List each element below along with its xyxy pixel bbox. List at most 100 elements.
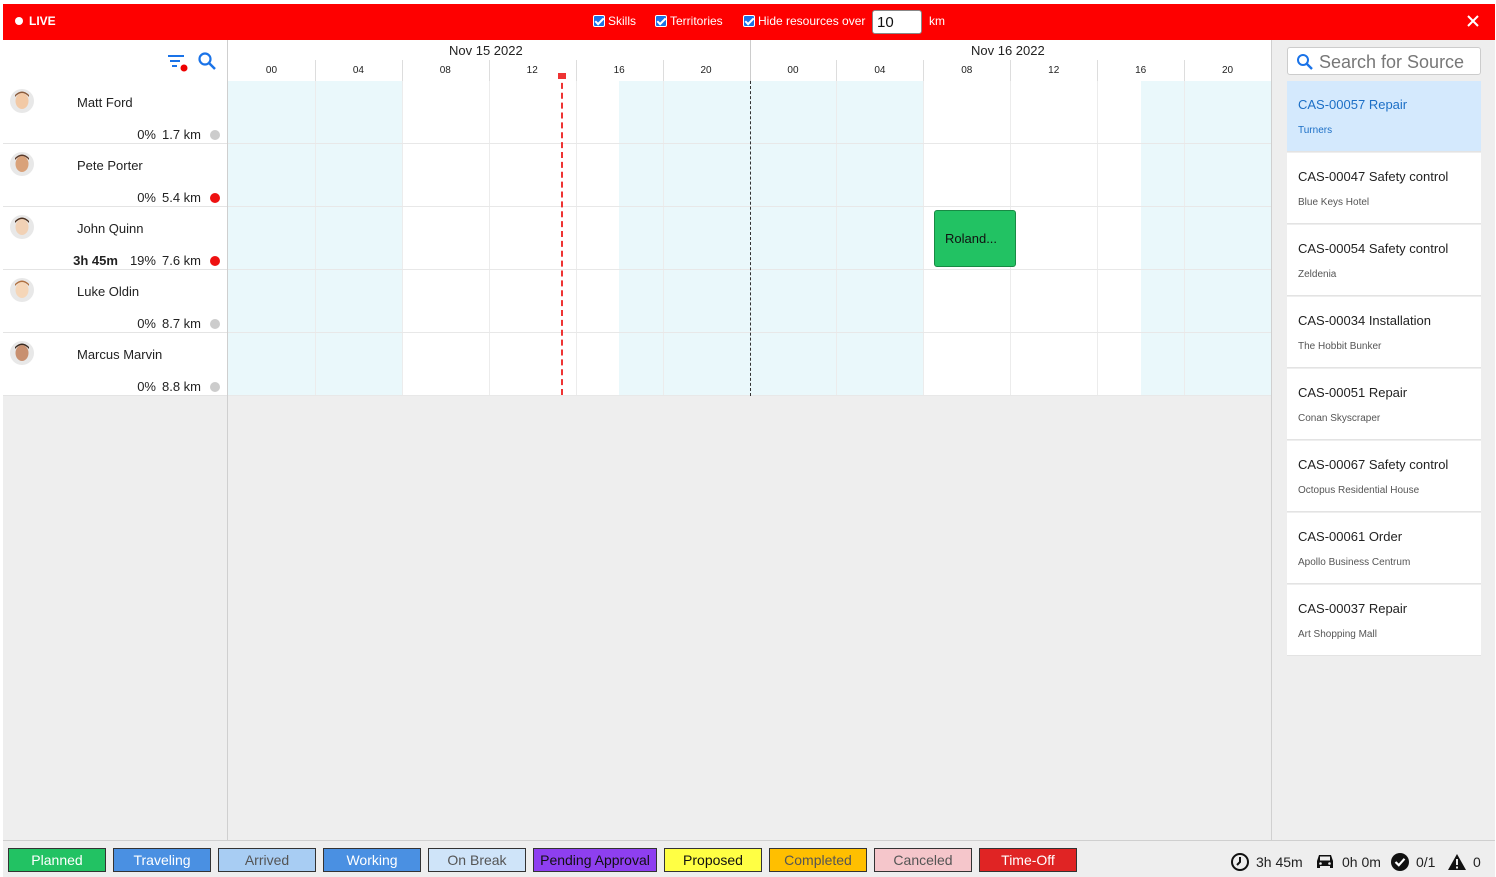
status-legend-bar: Planned Traveling Arrived Working On Break Pe…	[3, 840, 1495, 877]
day-label: Nov 15 2022	[449, 43, 523, 58]
resource-utilization: 19%	[129, 253, 156, 268]
legend-item[interactable]: Proposed	[664, 848, 762, 872]
current-time-line	[561, 73, 563, 395]
legend-item[interactable]: Time-Off	[979, 848, 1077, 872]
live-dot-icon	[15, 17, 23, 25]
live-label: LIVE	[29, 14, 56, 28]
gantt-timeline: Nov 15 2022 Nov 16 2022 00 04 08 12 16 20 00 04…	[228, 40, 1271, 840]
hide-resources-label: Hide resources over	[758, 14, 866, 28]
case-card[interactable]: CAS-00054 Safety control Zeldenia	[1287, 225, 1481, 296]
current-time-marker	[558, 73, 566, 79]
skills-checkbox[interactable]: Skills	[593, 14, 636, 28]
day-separator	[749, 40, 751, 81]
legend-item[interactable]: Working	[323, 848, 421, 872]
hour-tick	[923, 60, 925, 81]
hide-resources-checkbox[interactable]: Hide resources over	[743, 14, 865, 28]
avatar	[10, 152, 34, 176]
resource-time: 3h 45m	[73, 253, 118, 268]
hour-tick	[836, 60, 838, 81]
travel-time-stat: 0h 0m	[1314, 852, 1381, 872]
resource-row[interactable]: Marcus Marvin 0% 8.8 km	[3, 333, 227, 396]
case-card[interactable]: CAS-00067 Safety control Octopus Residen…	[1287, 441, 1481, 512]
status-dot-icon	[210, 256, 220, 266]
case-location: Art Shopping Mall	[1298, 629, 1377, 640]
hour-tick	[662, 60, 664, 81]
resource-name: John Quinn	[77, 221, 144, 236]
legend-item[interactable]: Pending Approval	[533, 848, 657, 872]
hour-label: 08	[961, 65, 973, 76]
case-title: CAS-00057 Repair	[1298, 97, 1408, 112]
case-card[interactable]: CAS-00047 Safety control Blue Keys Hotel	[1287, 153, 1481, 224]
hour-gridline	[923, 81, 925, 396]
resource-stats: 0% 1.7 km	[125, 127, 201, 142]
case-location: The Hobbit Bunker	[1298, 341, 1382, 352]
case-card[interactable]: CAS-00037 Repair Art Shopping Mall	[1287, 585, 1481, 656]
territories-checkbox[interactable]: Territories	[655, 14, 723, 28]
timeline-grid[interactable]	[228, 81, 1271, 396]
case-location: Apollo Business Centrum	[1298, 557, 1411, 568]
hour-gridline	[836, 81, 838, 396]
avatar	[10, 278, 34, 302]
midnight-line	[749, 81, 751, 396]
resource-distance: 1.7 km	[161, 127, 201, 142]
resource-distance: 8.8 km	[161, 379, 201, 394]
car-icon	[1317, 855, 1333, 868]
case-title: CAS-00037 Repair	[1298, 601, 1408, 616]
resource-row[interactable]: Matt Ford 0% 1.7 km	[3, 81, 227, 144]
legend-item[interactable]: Planned	[8, 848, 106, 872]
warnings-value: 0	[1473, 854, 1481, 870]
search-icon[interactable]	[197, 51, 217, 71]
case-title: CAS-00047 Safety control	[1298, 169, 1449, 184]
legend-item[interactable]: On Break	[428, 848, 526, 872]
resource-panel: Matt Ford 0% 1.7 km Pete Porter 0% 5.4 km …	[3, 40, 228, 840]
scheduler-app: LIVE Skills Territories Hide resources o…	[0, 0, 1496, 877]
hour-gridline	[662, 81, 664, 396]
resource-panel-header	[3, 40, 227, 81]
case-title: CAS-00034 Installation	[1298, 313, 1431, 328]
search-placeholder: Search for Source	[1319, 52, 1465, 72]
case-card[interactable]: CAS-00057 Repair Turners	[1287, 81, 1481, 152]
checkbox-checked-icon	[655, 15, 667, 27]
distance-input[interactable]	[872, 10, 922, 34]
close-icon[interactable]	[1465, 13, 1481, 29]
legend-item[interactable]: Completed	[769, 848, 867, 872]
case-card[interactable]: CAS-00051 Repair Conan Skyscraper	[1287, 369, 1481, 440]
resource-distance: 8.7 km	[161, 316, 201, 331]
completed-stat: 0/1	[1390, 852, 1435, 872]
case-card[interactable]: CAS-00034 Installation The Hobbit Bunker	[1287, 297, 1481, 368]
source-search-input[interactable]: Search for Source	[1287, 47, 1481, 75]
hour-gridline	[488, 81, 490, 396]
resource-row[interactable]: Luke Oldin 0% 8.7 km	[3, 270, 227, 333]
case-location: Turners	[1298, 125, 1333, 136]
off-hours-shading	[1141, 81, 1271, 396]
hour-tick	[401, 60, 403, 81]
status-dot-icon	[210, 382, 220, 392]
clock-icon	[1231, 853, 1249, 871]
legend-item[interactable]: Canceled	[874, 848, 972, 872]
case-title: CAS-00054 Safety control	[1298, 241, 1449, 256]
resource-stats: 0% 8.7 km	[125, 316, 201, 331]
avatar	[10, 89, 34, 113]
legend-item[interactable]: Traveling	[113, 848, 211, 872]
case-card[interactable]: CAS-00061 Order Apollo Business Centrum	[1287, 513, 1481, 584]
job-bar[interactable]: Roland...	[934, 210, 1016, 267]
resource-name: Luke Oldin	[77, 284, 140, 299]
resource-row[interactable]: Pete Porter 0% 5.4 km	[3, 144, 227, 207]
hour-tick	[1010, 60, 1012, 81]
hour-label: 12	[526, 65, 538, 76]
resource-row[interactable]: John Quinn 3h 45m 19% 7.6 km	[3, 207, 227, 270]
hour-tick	[1184, 60, 1186, 81]
resource-stats: 0% 5.4 km	[125, 190, 201, 205]
hour-tick	[1097, 60, 1099, 81]
resource-distance: 7.6 km	[161, 253, 201, 268]
hour-tick	[575, 60, 577, 81]
case-location: Zeldenia	[1298, 269, 1337, 280]
live-indicator[interactable]: LIVE	[15, 14, 56, 28]
hour-label: 00	[787, 65, 799, 76]
legend-item[interactable]: Arrived	[218, 848, 316, 872]
avatar	[10, 215, 34, 239]
warning-icon	[1448, 854, 1466, 870]
distance-unit: km	[929, 14, 945, 28]
sort-filter-icon[interactable]	[167, 52, 189, 72]
case-location: Blue Keys Hotel	[1298, 197, 1370, 208]
